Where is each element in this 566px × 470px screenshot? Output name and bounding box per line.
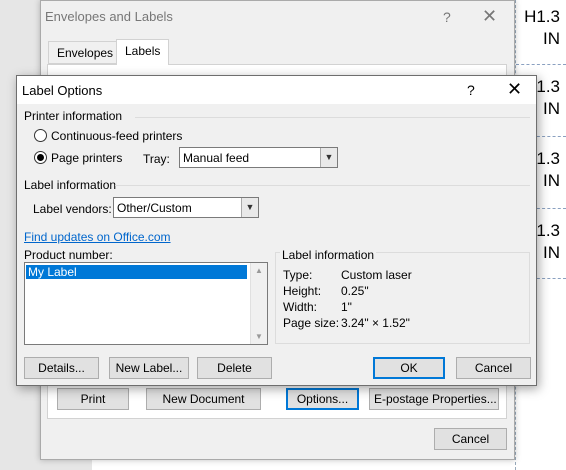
cell-line: H1.3 bbox=[524, 7, 560, 26]
label-info-box-heading: Label information bbox=[280, 248, 377, 262]
close-icon[interactable]: ✕ bbox=[507, 79, 522, 100]
tray-label: Tray: bbox=[143, 152, 170, 166]
tab-envelopes[interactable]: Envelopes bbox=[48, 41, 123, 64]
cell-line: IN bbox=[543, 29, 560, 48]
page-size-value: 3.24" × 1.52" bbox=[341, 316, 410, 330]
button-label: New Label... bbox=[115, 361, 183, 375]
epostage-properties-button[interactable]: E-postage Properties... bbox=[369, 388, 499, 410]
find-updates-link[interactable]: Find updates on Office.com bbox=[24, 230, 171, 244]
details-button[interactable]: Details... bbox=[24, 357, 99, 379]
dialog-title: Label Options bbox=[22, 83, 103, 98]
tab-label: Envelopes bbox=[57, 46, 114, 60]
type-value: Custom laser bbox=[341, 268, 412, 282]
tray-value: Manual feed bbox=[183, 151, 250, 165]
button-label: Details... bbox=[38, 361, 85, 375]
delete-button[interactable]: Delete bbox=[197, 357, 272, 379]
cancel-button[interactable]: Cancel bbox=[456, 357, 531, 379]
page-printers-label[interactable]: Page printers bbox=[51, 151, 122, 165]
continuous-feed-radio[interactable] bbox=[34, 129, 47, 142]
button-label: OK bbox=[400, 361, 418, 375]
button-label: Delete bbox=[217, 361, 252, 375]
label-info-box bbox=[275, 252, 530, 344]
label-vendors-label: Label vendors: bbox=[33, 202, 112, 216]
new-label-button[interactable]: New Label... bbox=[109, 357, 189, 379]
chevron-down-icon[interactable]: ▼ bbox=[241, 198, 258, 217]
scroll-up-icon[interactable]: ▲ bbox=[251, 266, 267, 275]
close-icon[interactable]: ✕ bbox=[482, 6, 497, 27]
tab-label: Labels bbox=[125, 44, 161, 58]
button-label: Cancel bbox=[474, 361, 513, 375]
help-icon[interactable]: ? bbox=[467, 82, 475, 98]
button-label: E-postage Properties... bbox=[374, 392, 497, 406]
width-label: Width: bbox=[283, 300, 318, 314]
label-vendors-dropdown[interactable]: Other/Custom ▼ bbox=[113, 197, 259, 218]
type-label: Type: bbox=[283, 268, 313, 282]
print-button[interactable]: Print bbox=[57, 388, 129, 410]
height-label: Height: bbox=[283, 284, 322, 298]
group-separator bbox=[115, 185, 530, 186]
width-value: 1" bbox=[341, 300, 352, 314]
continuous-feed-label[interactable]: Continuous-feed printers bbox=[51, 129, 182, 143]
button-label: Print bbox=[80, 392, 106, 406]
options-button[interactable]: Options... bbox=[286, 388, 359, 410]
table-gridline bbox=[516, 64, 566, 65]
chevron-down-icon[interactable]: ▼ bbox=[320, 148, 337, 167]
group-separator bbox=[135, 117, 530, 118]
page-printers-radio[interactable] bbox=[34, 151, 47, 164]
label-vendors-value: Other/Custom bbox=[117, 201, 192, 215]
label-options-dialog: Label Options ? ✕ Printer information Co… bbox=[16, 75, 537, 386]
button-label: Cancel bbox=[451, 432, 490, 446]
button-label: New Document bbox=[162, 392, 245, 406]
new-document-button[interactable]: New Document bbox=[146, 388, 261, 410]
button-label: Options... bbox=[296, 392, 349, 406]
ok-button[interactable]: OK bbox=[373, 357, 445, 379]
dialog-title: Envelopes and Labels bbox=[45, 9, 173, 24]
document-cell: H1.3 IN bbox=[506, 6, 566, 50]
page-size-label: Page size: bbox=[283, 316, 340, 330]
product-number-label: Product number: bbox=[24, 248, 113, 262]
cancel-button[interactable]: Cancel bbox=[434, 428, 507, 450]
printer-info-heading: Printer information bbox=[24, 109, 123, 123]
title-bar: Label Options ? ✕ bbox=[17, 76, 536, 104]
list-item[interactable]: My Label bbox=[26, 265, 247, 279]
label-info-heading: Label information bbox=[24, 178, 117, 192]
tab-labels[interactable]: Labels bbox=[116, 39, 170, 65]
scroll-down-icon[interactable]: ▼ bbox=[251, 332, 267, 341]
scrollbar[interactable]: ▲ ▼ bbox=[250, 263, 267, 344]
tray-dropdown[interactable]: Manual feed ▼ bbox=[179, 147, 338, 168]
product-number-list[interactable]: My Label ▲ ▼ bbox=[24, 262, 268, 345]
help-icon[interactable]: ? bbox=[443, 9, 451, 25]
height-value: 0.25" bbox=[341, 284, 369, 298]
